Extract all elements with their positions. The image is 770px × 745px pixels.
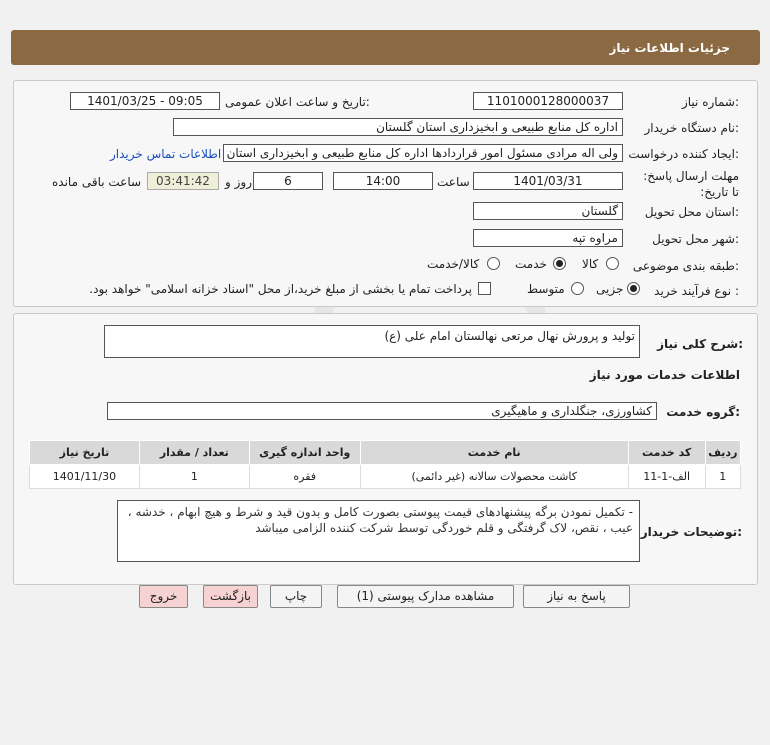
summary-field: تولید و پرورش نهال مرتعی نهالستان امام ع… [104, 325, 640, 358]
creator-label: ایجاد کننده درخواست: [628, 147, 739, 161]
cell-quantity: 1 [138, 464, 250, 489]
summary-label: شرح کلی نیاز: [657, 337, 743, 351]
category-option-goods: کالا [582, 257, 599, 271]
services-table: ردیف کد خدمت نام خدمت واحد اندازه گیری ت… [29, 440, 742, 489]
days-field: 6 [253, 172, 323, 190]
col-header-unit: واحد اندازه گیری [248, 440, 361, 465]
creator-field: ولی اله مرادی مسئول امور قراردادها اداره… [223, 144, 623, 162]
province-field: گلستان [473, 202, 623, 220]
buyer-org-label: نام دستگاه خریدار: [644, 121, 740, 135]
deadline-label: مهلت ارسال پاسخ: تا تاریخ: [643, 169, 739, 199]
page-header: جزئیات اطلاعات نیاز [11, 30, 760, 65]
reply-button[interactable]: پاسخ به نیاز [523, 585, 630, 608]
col-header-service-name: نام خدمت [359, 440, 629, 465]
category-radio-goods[interactable] [606, 257, 619, 270]
service-group-field: کشاورزی، جنگلداری و ماهیگیری [107, 402, 657, 420]
print-button[interactable]: چاپ [270, 585, 322, 608]
category-option-service: خدمت [515, 257, 547, 271]
buyer-notes-field: - تکمیل نمودن برگه پیشنهادهای قیمت پیوست… [117, 500, 640, 562]
need-number-label: شماره نیاز: [681, 95, 739, 109]
col-header-need-date: تاریخ نیاز [29, 440, 140, 465]
table-row: 1 الف-1-11 کاشت محصولات سالانه (غیر دائم… [29, 464, 742, 489]
remaining-time-field: 03:41:42 [147, 172, 219, 190]
col-header-row-number: ردیف [704, 440, 742, 465]
category-radio-service[interactable] [553, 257, 566, 270]
table-header-row: ردیف کد خدمت نام خدمت واحد اندازه گیری ت… [29, 440, 742, 465]
city-field: مراوه تپه [473, 229, 623, 247]
back-button[interactable]: بازگشت [203, 585, 258, 608]
treasury-payment-checkbox[interactable] [478, 282, 491, 295]
cell-service-code: الف-1-11 [627, 464, 706, 489]
col-header-service-code: کد خدمت [627, 440, 706, 465]
announce-date-label: تاریخ و ساعت اعلان عمومی: [225, 95, 370, 109]
category-option-goods-service: کالا/خدمت [427, 257, 480, 271]
view-attachments-button[interactable]: مشاهده مدارک پیوستی (1) [337, 585, 514, 608]
process-option-minor: جزیی [596, 282, 624, 296]
province-label: استان محل تحویل: [644, 205, 739, 219]
buyer-notes-label: توضیحات خریدار: [640, 525, 742, 539]
services-heading: اطلاعات خدمات مورد نیاز [589, 368, 740, 382]
process-radio-medium[interactable] [571, 282, 584, 295]
category-label: طبقه بندی موضوعی: [632, 259, 739, 273]
cell-service-name: کاشت محصولات سالانه (غیر دائمی) [359, 464, 629, 489]
days-label: روز و [225, 175, 252, 189]
deadline-date-field: 1401/03/31 [473, 172, 623, 190]
buyer-org-field: اداره کل منابع طبیعی و ابخیزداری استان گ… [173, 118, 623, 136]
deadline-time-field: 14:00 [333, 172, 433, 190]
announce-date-field: 1401/03/25 - 09:05 [70, 92, 220, 110]
cell-need-date: 1401/11/30 [29, 464, 140, 489]
buyer-contact-link[interactable]: اطلاعات تماس خریدار [110, 147, 221, 161]
service-group-label: گروه خدمت: [666, 405, 740, 419]
cell-row-number: 1 [704, 464, 742, 489]
treasury-payment-note: پرداخت تمام یا بخشی از مبلغ خرید،از محل … [89, 282, 472, 296]
city-label: شهر محل تحویل: [652, 232, 739, 246]
col-header-quantity: تعداد / مقدار [138, 440, 250, 465]
category-radio-goods-service[interactable] [487, 257, 500, 270]
process-option-medium: متوسط [527, 282, 565, 296]
need-number-field: 1101000128000037 [473, 92, 623, 110]
process-type-label: نوع فرآیند خرید : [654, 284, 739, 298]
process-radio-minor[interactable] [627, 282, 640, 295]
exit-button[interactable]: خروج [139, 585, 188, 608]
deadline-time-label: ساعت [437, 175, 470, 189]
cell-unit: فقره [248, 464, 361, 489]
remaining-time-label: ساعت باقی مانده [52, 175, 142, 189]
